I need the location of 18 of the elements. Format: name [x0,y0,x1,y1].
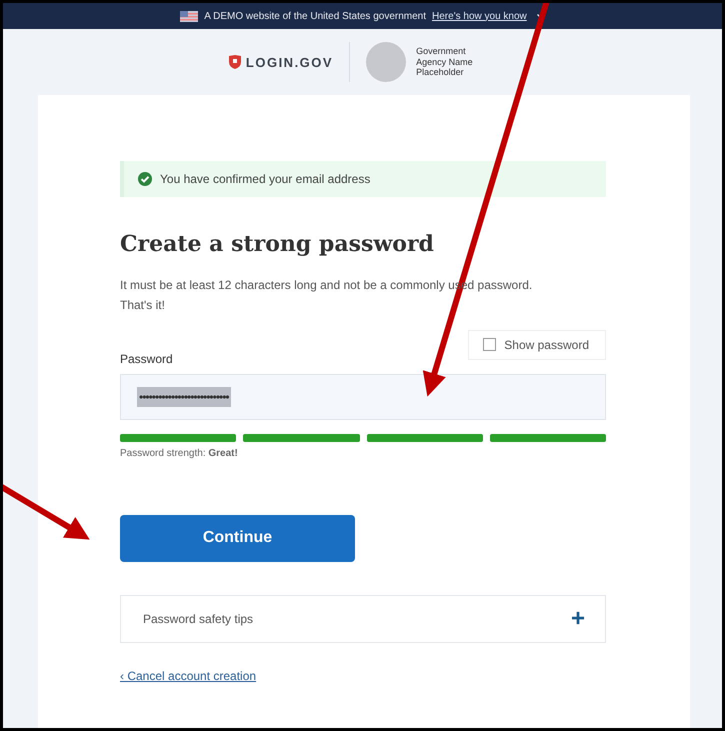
logo-text: LOGIN.GOV [246,54,334,70]
shield-icon [228,55,241,69]
plus-icon: + [570,604,585,633]
banner-text: A DEMO website of the United States government [204,10,426,22]
continue-button[interactable]: Continue [120,514,355,562]
page-heading: Create a strong password [120,231,435,257]
alert-text: You have confirmed your email address [160,172,370,186]
banner-link[interactable]: Here's how you know [432,10,527,22]
show-password-checkbox[interactable]: Show password [468,330,606,360]
agency-name: Government Agency Name Placeholder [416,46,474,78]
check-circle-icon [138,172,152,186]
password-field[interactable]: •••••••••••••••••••••••••••• [120,374,606,420]
flag-icon [180,10,198,22]
safety-tips-accordion[interactable]: Password safety tips + [120,594,606,643]
cancel-link[interactable]: ‹ Cancel account creation [120,668,256,683]
strength-text: Password strength: Great! [120,448,239,459]
field-label: Password [120,352,174,366]
agency-seal [366,42,406,82]
